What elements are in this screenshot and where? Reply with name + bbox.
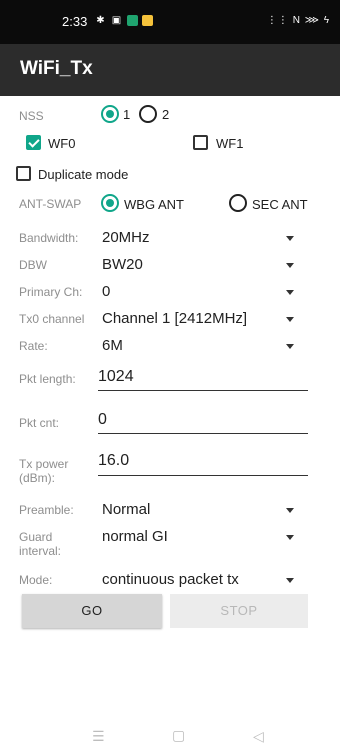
lock-notification-icon: ▣ bbox=[111, 15, 122, 26]
ant-swap-wbg-label: WBG ANT bbox=[124, 197, 184, 212]
mode-label: Mode: bbox=[19, 573, 53, 587]
pkt-length-underline bbox=[98, 390, 308, 391]
mode-value: continuous packet tx bbox=[102, 571, 239, 588]
bandwidth-spinner[interactable]: 20MHz bbox=[98, 226, 310, 250]
duplicate-mode-checkbox[interactable] bbox=[16, 166, 31, 181]
nss-radio-2[interactable] bbox=[139, 105, 157, 123]
ant-swap-label: ANT-SWAP bbox=[19, 197, 82, 211]
mode-dropdown-icon bbox=[286, 578, 294, 583]
pkt-cnt-value: 0 bbox=[98, 411, 107, 428]
chat-notification-icon bbox=[142, 15, 153, 26]
ant-swap-radio-wbg[interactable] bbox=[101, 194, 119, 212]
tx-power-label-line2: (dBm): bbox=[19, 471, 55, 485]
rate-value: 6M bbox=[102, 337, 123, 354]
nss-radio-1[interactable] bbox=[101, 105, 119, 123]
home-nav-icon[interactable]: ▢ bbox=[172, 727, 185, 744]
rate-spinner[interactable]: 6M bbox=[98, 334, 310, 358]
stop-button[interactable]: STOP bbox=[170, 594, 308, 628]
go-button[interactable]: GO bbox=[22, 594, 162, 628]
menu-nav-icon[interactable]: ☰ bbox=[92, 728, 105, 745]
guard-interval-label-line2: interval: bbox=[19, 544, 62, 558]
pkt-cnt-label: Pkt cnt: bbox=[19, 416, 60, 430]
rate-label: Rate: bbox=[19, 339, 48, 353]
bandwidth-label: Bandwidth: bbox=[19, 231, 79, 245]
nss-option-2-label: 2 bbox=[162, 107, 170, 122]
tx-power-underline bbox=[98, 475, 308, 476]
app-toolbar: WiFi_Tx bbox=[0, 44, 340, 96]
guard-interval-label-line1: Guard bbox=[19, 530, 53, 544]
image-notification-icon bbox=[127, 15, 138, 26]
mode-spinner[interactable]: continuous packet tx bbox=[98, 568, 310, 592]
pkt-length-label: Pkt length: bbox=[19, 372, 76, 386]
preamble-dropdown-icon bbox=[286, 508, 294, 513]
pkt-length-input[interactable]: 1024 bbox=[98, 364, 308, 392]
status-indicators: ⋮⋮ N ⋙ ϟ bbox=[266, 15, 330, 26]
dbw-dropdown-icon bbox=[286, 263, 294, 268]
ant-swap-radio-sec[interactable] bbox=[229, 194, 247, 212]
wf1-checkbox[interactable] bbox=[193, 135, 208, 150]
wf0-checkbox[interactable] bbox=[26, 135, 41, 150]
primary-ch-dropdown-icon bbox=[286, 290, 294, 295]
guard-interval-value: normal GI bbox=[102, 528, 168, 545]
settings-notification-icon: ✱ bbox=[96, 15, 105, 26]
bandwidth-value: 20MHz bbox=[102, 229, 150, 246]
nss-option-1-label: 1 bbox=[123, 107, 131, 122]
primary-ch-spinner[interactable]: 0 bbox=[98, 280, 310, 304]
status-time: 2:33 bbox=[62, 14, 88, 29]
tx-power-input[interactable]: 16.0 bbox=[98, 448, 308, 476]
duplicate-mode-label: Duplicate mode bbox=[38, 167, 129, 182]
tx0-channel-value: Channel 1 [2412MHz] bbox=[102, 310, 248, 327]
dbw-label: DBW bbox=[19, 258, 47, 272]
primary-ch-value: 0 bbox=[102, 283, 111, 300]
tx0-channel-label: Tx0 channel bbox=[19, 312, 85, 326]
dbw-spinner[interactable]: BW20 bbox=[98, 253, 310, 277]
ant-swap-sec-label: SEC ANT bbox=[252, 197, 308, 212]
rate-dropdown-icon bbox=[286, 344, 294, 349]
back-nav-icon[interactable]: ◁ bbox=[253, 728, 264, 745]
bandwidth-dropdown-icon bbox=[286, 236, 294, 241]
primary-ch-label: Primary Ch: bbox=[19, 285, 83, 299]
tx-power-label-line1: Tx power bbox=[19, 457, 69, 471]
dbw-value: BW20 bbox=[102, 256, 143, 273]
preamble-label: Preamble: bbox=[19, 503, 74, 517]
pkt-length-value: 1024 bbox=[98, 368, 134, 385]
app-title: WiFi_Tx bbox=[20, 58, 93, 79]
nss-label: NSS bbox=[19, 109, 44, 123]
tx0-channel-dropdown-icon bbox=[286, 317, 294, 322]
wf0-label: WF0 bbox=[48, 136, 76, 151]
status-bar: 2:33 ✱ ▣ ⋮⋮ N ⋙ ϟ bbox=[0, 0, 340, 44]
pkt-cnt-input[interactable]: 0 bbox=[98, 407, 308, 435]
wf1-label: WF1 bbox=[216, 136, 244, 151]
pkt-cnt-underline bbox=[98, 433, 308, 434]
guard-interval-spinner[interactable]: normal GI bbox=[98, 525, 310, 549]
tx0-channel-spinner[interactable]: Channel 1 [2412MHz] bbox=[98, 307, 310, 331]
preamble-spinner[interactable]: Normal bbox=[98, 498, 310, 522]
guard-interval-dropdown-icon bbox=[286, 535, 294, 540]
preamble-value: Normal bbox=[102, 501, 151, 518]
tx-power-value: 16.0 bbox=[98, 452, 130, 469]
system-nav-bar: ☰ ▢ ◁ bbox=[0, 722, 340, 747]
